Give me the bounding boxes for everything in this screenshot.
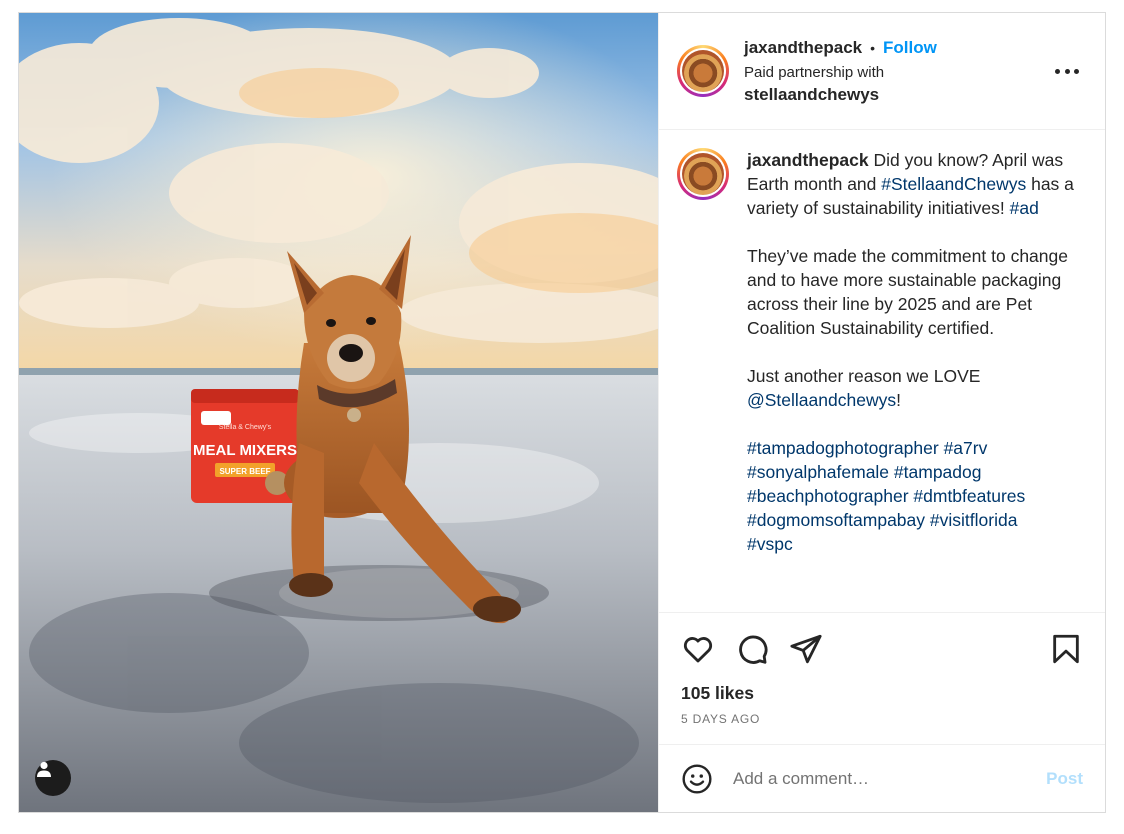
hashtag-link[interactable]: #tampadog (894, 462, 982, 482)
separator-dot: • (870, 39, 876, 56)
post-timestamp[interactable]: 5 DAYS AGO (681, 712, 1083, 726)
caption-paragraph-1: jaxandthepack Did you know? April was Ea… (747, 148, 1077, 220)
more-dot (1074, 68, 1079, 74)
likes-count[interactable]: 105 likes (681, 683, 1083, 704)
caption-paragraph-2: They’ve made the commitment to change an… (747, 246, 1068, 338)
caption-paragraph-3: Just another reason we LOVE @Stellaandch… (747, 364, 1077, 412)
caption-area: jaxandthepack Did you know? April was Ea… (659, 130, 1105, 612)
hashtag-link[interactable]: #dmtbfeatures (913, 486, 1025, 506)
user-tag-button[interactable] (35, 760, 71, 796)
photo-illustration: MEAL MIXERS Stella & Chewy's SUPER BEEF (19, 13, 658, 812)
user-tag-icon (37, 761, 51, 777)
more-dot (1055, 68, 1060, 74)
hashtag-link[interactable]: #beachphotographer (747, 486, 909, 506)
username-link[interactable]: jaxandthepack (744, 38, 862, 58)
hashtag-link[interactable]: #ad (1010, 198, 1039, 218)
caption-text: jaxandthepack Did you know? April was Ea… (747, 148, 1077, 612)
more-options-icon[interactable] (1055, 67, 1079, 75)
heart-icon[interactable] (681, 632, 715, 666)
mention-link[interactable]: @Stellaandchewys (747, 390, 896, 410)
comment-input[interactable] (733, 768, 1037, 789)
avatar-border (680, 48, 726, 94)
header-row: jaxandthepack • Follow (744, 38, 937, 58)
paid-partnership-label: Paid partnership with (744, 63, 885, 81)
hashtag-link[interactable]: #tampadogphotographer (747, 438, 939, 458)
post-photo[interactable]: MEAL MIXERS Stella & Chewy's SUPER BEEF (19, 13, 658, 812)
hashtag-link[interactable]: #a7rv (944, 438, 988, 458)
partner-username-link[interactable]: stellaandchewys (744, 85, 937, 105)
caption-line3-end: ! (896, 390, 901, 410)
hashtag-link[interactable]: #visitflorida (930, 510, 1018, 530)
avatar-image (682, 50, 724, 92)
hashtag-link[interactable]: #StellaandChewys (881, 174, 1026, 194)
post-card: MEAL MIXERS Stella & Chewy's SUPER BEEF (18, 12, 1106, 813)
hashtag-link[interactable]: #dogmomsoftampabay (747, 510, 925, 530)
more-dot (1064, 68, 1070, 74)
food-bag: MEAL MIXERS Stella & Chewy's SUPER BEEF (191, 389, 299, 503)
post-header: jaxandthepack • Follow Paid partnership … (659, 13, 1105, 130)
caption-hashtags: #tampadogphotographer #a7rv #sonyalphafe… (747, 436, 1077, 556)
header-text: jaxandthepack • Follow Paid partnership … (744, 38, 937, 105)
comment-icon[interactable] (735, 632, 769, 666)
comment-bar: Post (659, 744, 1105, 812)
caption-line3: Just another reason we LOVE (747, 366, 981, 386)
bag-brand: Stella & Chewy's (219, 424, 272, 431)
caption-username-link[interactable]: jaxandthepack (747, 150, 869, 170)
bag-flavor: SUPER BEEF (219, 467, 270, 476)
post-actions: 105 likes 5 DAYS AGO (659, 612, 1105, 744)
hashtag-link[interactable]: #sonyalphafemale (747, 462, 889, 482)
post-side-panel: jaxandthepack • Follow Paid partnership … (658, 13, 1105, 812)
avatar[interactable] (677, 45, 729, 97)
caption-avatar[interactable] (677, 148, 729, 200)
bookmark-icon[interactable] (1049, 632, 1083, 666)
bag-title: MEAL MIXERS (193, 442, 297, 459)
share-icon[interactable] (789, 632, 823, 666)
post-comment-button[interactable]: Post (1046, 769, 1083, 789)
caption-avatar-border (680, 151, 726, 197)
action-icons (681, 613, 1083, 685)
follow-button[interactable]: Follow (883, 38, 937, 58)
emoji-icon[interactable] (681, 763, 713, 795)
hashtag-link[interactable]: #vspc (747, 534, 793, 554)
caption-avatar-image (682, 153, 724, 195)
